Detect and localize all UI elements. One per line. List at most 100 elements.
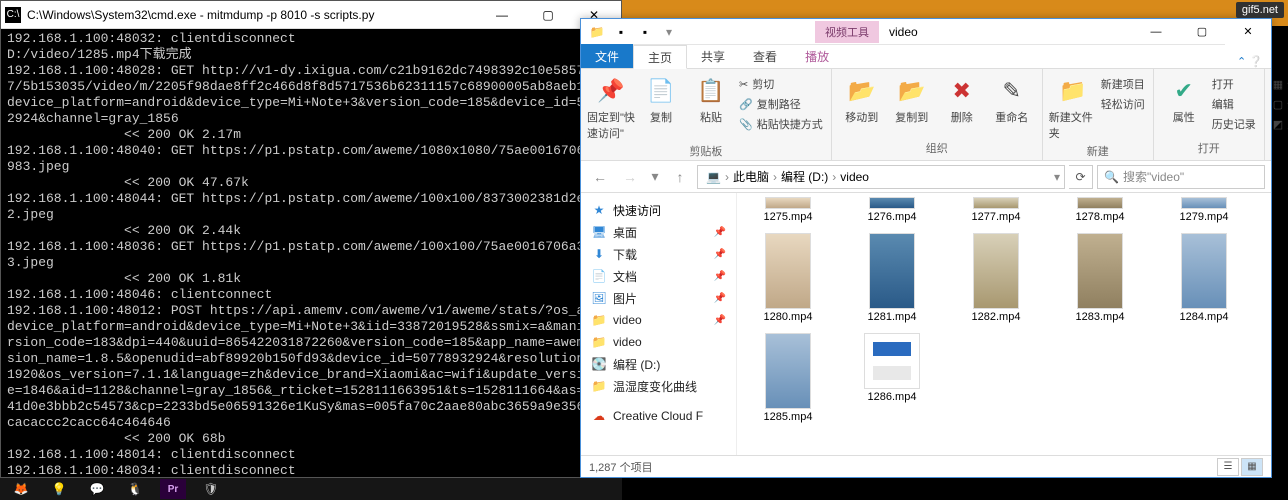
premiere-icon[interactable]: Pr (160, 479, 186, 499)
delete-icon: ✖ (946, 75, 978, 107)
task-icon[interactable]: 💡 (46, 479, 72, 499)
file-item[interactable]: 1277.mp4 (953, 197, 1039, 223)
close-button[interactable]: ✕ (1225, 19, 1271, 45)
properties-button[interactable]: ✔属性 (1160, 75, 1208, 125)
cmd-output: 192.168.1.100:48032: clientdisconnect D:… (1, 29, 621, 497)
minimize-button[interactable]: — (1133, 19, 1179, 45)
open-button[interactable]: 打开 (1210, 75, 1258, 93)
file-item[interactable]: 1284.mp4 (1161, 233, 1247, 323)
nav-pane: ★快速访问 🖥桌面📌 ⬇下载📌 📄文档📌 🖼图片📌 📁video📌 📁video… (581, 193, 737, 457)
ribbon-collapse[interactable]: ⌃ ❔ (1229, 55, 1271, 68)
qat-item[interactable]: ▪ (633, 21, 657, 43)
file-item[interactable]: 1282.mp4 (953, 233, 1039, 323)
qat-item[interactable]: ▪ (609, 21, 633, 43)
tab-share[interactable]: 共享 (687, 44, 739, 68)
quick-access-toolbar: 📁 ▪ ▪ ▾ (581, 21, 685, 43)
details-view-button[interactable]: ☰ (1217, 458, 1239, 476)
icons-view-button[interactable]: ▦ (1241, 458, 1263, 476)
nav-drive[interactable]: 💽编程 (D:) (583, 353, 734, 375)
easy-access-button[interactable]: 轻松访问 (1099, 95, 1147, 113)
tab-view[interactable]: 查看 (739, 44, 791, 68)
qat-overflow[interactable]: ▾ (657, 21, 681, 43)
maximize-button[interactable]: ▢ (525, 1, 571, 29)
recent-button[interactable]: ▾ (647, 164, 663, 190)
tab-play[interactable]: 播放 (791, 44, 843, 68)
crumb-folder[interactable]: video (836, 170, 873, 184)
file-item[interactable]: 1283.mp4 (1057, 233, 1143, 323)
cmd-titlebar[interactable]: C:\ C:\Windows\System32\cmd.exe - mitmdu… (1, 1, 621, 29)
nav-desktop[interactable]: 🖥桌面📌 (583, 221, 734, 243)
refresh-button[interactable]: ⟳ (1069, 165, 1093, 189)
ribbon-tabs: 文件 主页 共享 查看 播放 ⌃ ❔ (581, 45, 1271, 69)
thumbnail (973, 197, 1019, 209)
file-item[interactable]: 1275.mp4 (745, 197, 831, 223)
select-all-button[interactable]: ▦全部选择 (1271, 75, 1288, 93)
search-placeholder: 搜索"video" (1123, 168, 1184, 185)
nav-video2[interactable]: 📁video (583, 331, 734, 353)
file-item[interactable]: 1281.mp4 (849, 233, 935, 323)
folder-icon: 📁 (585, 21, 609, 43)
rename-button[interactable]: ✎重命名 (988, 75, 1036, 125)
tab-file[interactable]: 文件 (581, 44, 633, 68)
pin-quickaccess-button[interactable]: 📌固定到"快速访问" (587, 75, 635, 141)
file-item[interactable]: 1285.mp4 (745, 333, 831, 423)
edit-button[interactable]: 编辑 (1210, 95, 1258, 113)
files-pane[interactable]: 1275.mp4 1276.mp4 1277.mp4 1278.mp4 1279.mp4… (737, 193, 1271, 457)
new-item-button[interactable]: 新建项目 (1099, 75, 1147, 93)
task-icon[interactable]: 💬 (84, 479, 110, 499)
documents-icon: 📄 (591, 269, 607, 283)
thumbnail (864, 333, 920, 389)
copy-button[interactable]: 📄复制 (637, 75, 685, 125)
nav-documents[interactable]: 📄文档📌 (583, 265, 734, 287)
cmd-title-text: C:\Windows\System32\cmd.exe - mitmdump -… (27, 8, 479, 22)
nav-temp[interactable]: 📁温湿度变化曲线 (583, 375, 734, 397)
file-item[interactable]: 1280.mp4 (745, 233, 831, 323)
task-icon[interactable]: 🦊 (8, 479, 34, 499)
invert-selection-button[interactable]: ◩反向选择 (1271, 115, 1288, 133)
cmd-window: C:\ C:\Windows\System32\cmd.exe - mitmdu… (0, 0, 622, 478)
explorer-window: 📁 ▪ ▪ ▾ 视频工具 video — ▢ ✕ 文件 主页 共享 查看 播放 … (580, 18, 1272, 478)
crumb-pc[interactable]: 此电脑 (729, 168, 773, 185)
delete-button[interactable]: ✖删除 (938, 75, 986, 125)
copy-path-button[interactable]: 🔗复制路径 (737, 95, 825, 113)
file-item[interactable]: 1286.mp4 (849, 333, 935, 423)
nav-video1[interactable]: 📁video📌 (583, 309, 734, 331)
back-button[interactable]: ← (587, 164, 613, 190)
nav-pictures[interactable]: 🖼图片📌 (583, 287, 734, 309)
new-folder-button[interactable]: 📁新建文件夹 (1049, 75, 1097, 141)
minimize-button[interactable]: — (479, 1, 525, 29)
watermark: gif5.net (1236, 2, 1284, 18)
cut-button[interactable]: ✂剪切 (737, 75, 825, 93)
taskbar[interactable]: 🦊 💡 💬 🐧 Pr 🛡 (0, 478, 622, 500)
copy-to-button[interactable]: 📂复制到 (888, 75, 936, 125)
task-icon[interactable]: 🛡 (198, 479, 224, 499)
tab-home[interactable]: 主页 (633, 45, 687, 69)
thumbnail (1077, 233, 1123, 309)
move-to-button[interactable]: 📂移动到 (838, 75, 886, 125)
file-name: 1275.mp4 (764, 211, 813, 223)
move-icon: 📂 (846, 75, 878, 107)
nav-downloads[interactable]: ⬇下载📌 (583, 243, 734, 265)
maximize-button[interactable]: ▢ (1179, 19, 1225, 45)
file-item[interactable]: 1278.mp4 (1057, 197, 1143, 223)
task-icon[interactable]: 🐧 (122, 479, 148, 499)
shortcut-icon: 📎 (739, 118, 753, 131)
up-button[interactable]: ↑ (667, 164, 693, 190)
nav-quick-access[interactable]: ★快速访问 (583, 199, 734, 221)
paste-button[interactable]: 📋粘贴 (687, 75, 735, 125)
group-label: 新建 (1087, 141, 1109, 161)
forward-button[interactable]: → (617, 164, 643, 190)
crumb-drive[interactable]: 编程 (D:) (777, 168, 832, 185)
file-item[interactable]: 1276.mp4 (849, 197, 935, 223)
nav-creative-cloud[interactable]: ☁Creative Cloud F (583, 405, 734, 427)
select-none-button[interactable]: ▢全部取消 (1271, 95, 1288, 113)
folder-icon: 📁 (591, 313, 607, 327)
explorer-titlebar[interactable]: 📁 ▪ ▪ ▾ 视频工具 video — ▢ ✕ (581, 19, 1271, 45)
pin-icon: 📌 (714, 249, 726, 260)
addr-dropdown[interactable]: ▾ (1054, 170, 1060, 184)
search-input[interactable]: 🔍 搜索"video" (1097, 165, 1265, 189)
history-button[interactable]: 历史记录 (1210, 115, 1258, 133)
address-bar[interactable]: 💻› 此电脑› 编程 (D:)› video ▾ (697, 165, 1065, 189)
file-item[interactable]: 1279.mp4 (1161, 197, 1247, 223)
paste-shortcut-button[interactable]: 📎粘贴快捷方式 (737, 115, 825, 133)
